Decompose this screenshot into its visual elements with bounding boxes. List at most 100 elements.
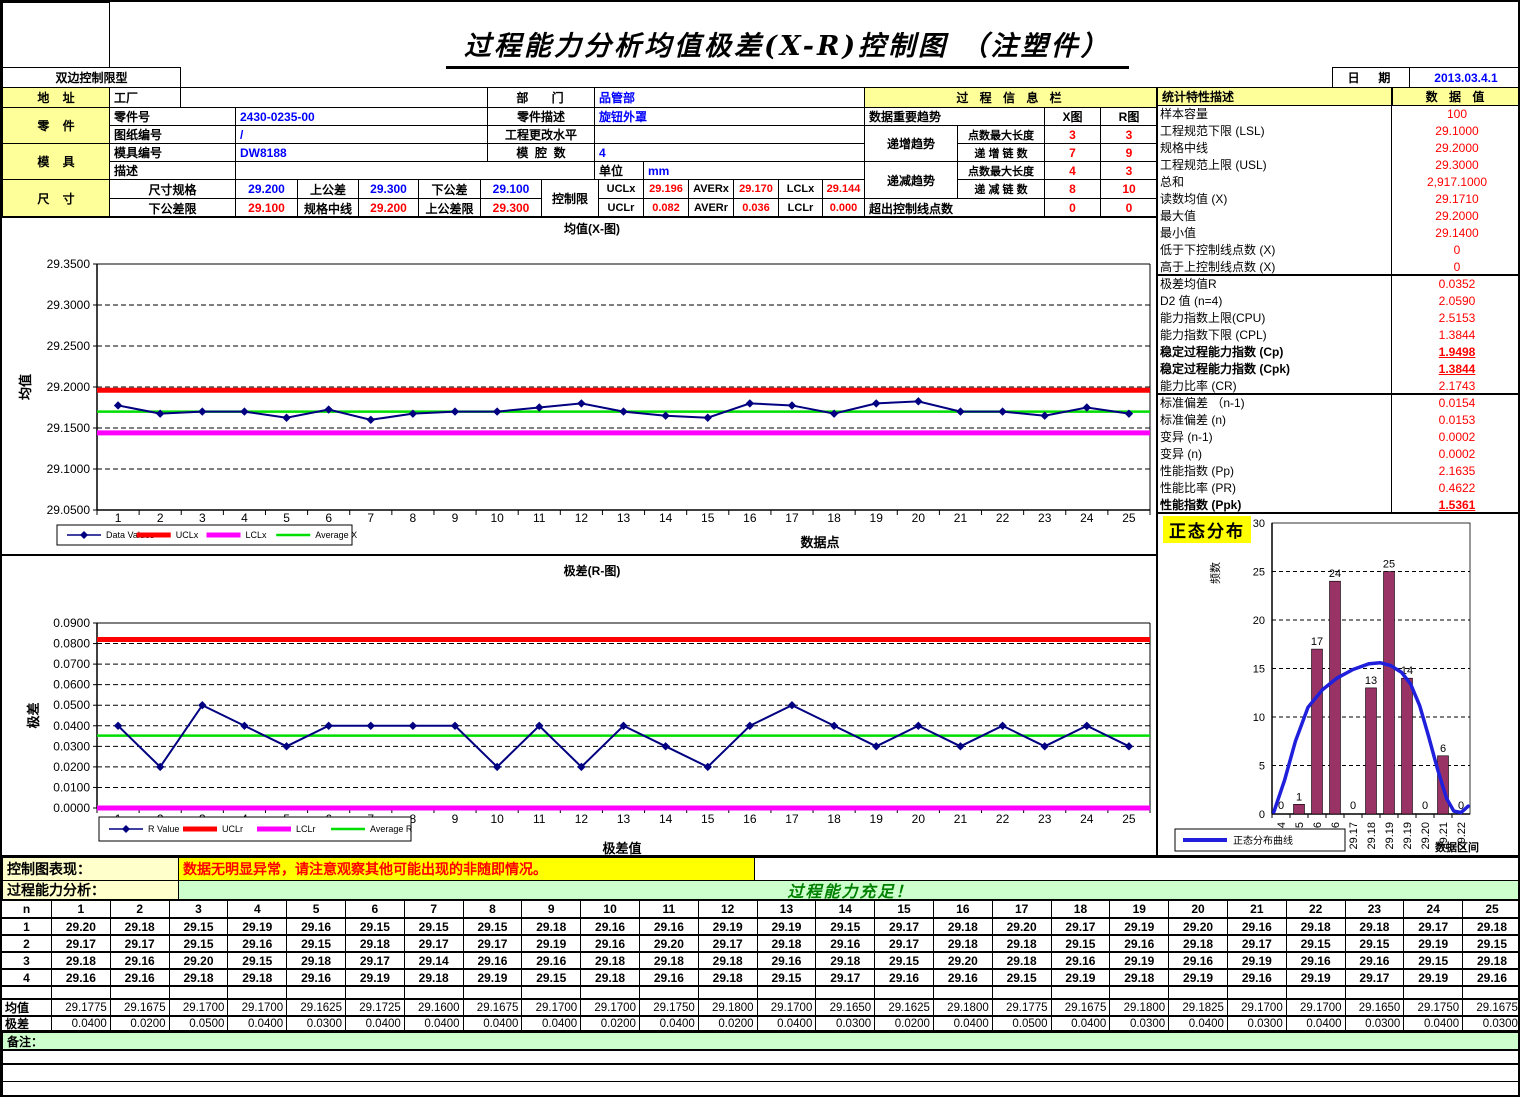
table-mean-cell[interactable]: 29.1625 [875,1000,934,1015]
table-cell[interactable]: 29.16 [1463,970,1520,985]
table-cell[interactable]: 29.20 [1169,919,1228,934]
table-cell[interactable]: 29.19 [758,919,817,934]
stat-value[interactable]: 1.3844 [1392,326,1520,343]
table-range-cell[interactable]: 0.0400 [464,1017,523,1030]
table-cell[interactable]: 29.18 [52,953,111,968]
table-range-cell[interactable]: 0.0400 [934,1017,993,1030]
stat-value[interactable]: 1.3844 [1392,360,1520,377]
part-desc-value[interactable]: 旋钮外罩 [594,107,865,126]
table-cell[interactable]: 29.18 [1463,919,1520,934]
table-cell[interactable]: 29.14 [405,953,464,968]
table-cell[interactable]: 29.18 [640,953,699,968]
table-range-cell[interactable]: 0.0400 [228,1017,287,1030]
dept-value[interactable]: 品管部 [594,87,865,108]
table-range-cell[interactable]: 0.0500 [170,1017,229,1030]
table-cell[interactable]: 29.17 [1052,919,1111,934]
dec-chains-r[interactable]: 10 [1100,179,1158,199]
stat-value[interactable]: 2,917.1000 [1392,173,1520,190]
spec-value[interactable]: 29.300 [480,198,542,218]
table-mean-cell[interactable]: 29.1750 [1404,1000,1463,1015]
table-cell[interactable]: 29.15 [170,936,229,951]
table-cell[interactable]: 29.15 [1346,936,1405,951]
lclx-value[interactable]: 29.144 [822,179,865,199]
table-cell[interactable]: 29.20 [934,953,993,968]
table-cell[interactable]: 29.18 [993,953,1052,968]
table-cell[interactable]: 29.20 [640,936,699,951]
table-cell[interactable]: 29.15 [346,919,405,934]
table-mean-cell[interactable]: 29.1700 [1287,1000,1346,1015]
table-range-cell[interactable]: 0.0400 [1052,1017,1111,1030]
table-col-header[interactable]: 4 [228,901,287,917]
date-value[interactable]: 2013.03.4.1 [1409,67,1520,88]
table-cell[interactable]: 29.17 [52,936,111,951]
spec-value[interactable]: 29.200 [235,179,298,199]
table-cell[interactable]: 29.19 [1110,953,1169,968]
table-range-cell[interactable]: 0.0400 [758,1017,817,1030]
table-cell[interactable]: 29.15 [816,919,875,934]
table-cell[interactable]: 29.19 [522,936,581,951]
table-col-header[interactable]: 8 [464,901,523,917]
table-col-header[interactable]: 15 [875,901,934,917]
table-range-cell[interactable]: 0.0400 [640,1017,699,1030]
table-cell[interactable] [816,987,875,998]
table-cell[interactable]: 29.15 [993,970,1052,985]
table-col-header[interactable]: 1 [52,901,111,917]
spec-value[interactable]: 29.300 [358,179,419,199]
table-mean-cell[interactable]: 29.1725 [346,1000,405,1015]
table-col-header[interactable]: 2 [111,901,170,917]
table-col-header[interactable]: 6 [346,901,405,917]
table-cell[interactable] [464,987,523,998]
table-cell[interactable]: 29.17 [405,936,464,951]
averx-value[interactable]: 29.170 [733,179,779,199]
table-range-cell[interactable]: 0.0200 [875,1017,934,1030]
spec-value[interactable]: 29.200 [358,198,419,218]
table-mean-cell[interactable]: 29.1700 [522,1000,581,1015]
table-range-cell[interactable]: 0.0200 [111,1017,170,1030]
table-range-cell[interactable]: 0.0300 [1346,1017,1405,1030]
table-cell[interactable]: 29.16 [581,936,640,951]
spec-value[interactable]: 29.100 [235,198,298,218]
table-cell[interactable]: 29.17 [111,936,170,951]
stat-value[interactable]: 29.1000 [1392,122,1520,139]
stat-value[interactable]: 0 [1392,258,1520,275]
table-mean-cell[interactable]: 29.1775 [52,1000,111,1015]
table-range-cell[interactable]: 0.0400 [1287,1017,1346,1030]
table-cell[interactable]: 29.18 [228,970,287,985]
table-cell[interactable]: 29.18 [581,970,640,985]
inc-maxlen-x[interactable]: 3 [1044,125,1101,144]
table-mean-cell[interactable]: 29.1800 [699,1000,758,1015]
table-col-header[interactable]: 9 [522,901,581,917]
table-cell[interactable]: 29.16 [1052,953,1111,968]
table-cell[interactable]: 29.16 [228,936,287,951]
table-range-cell[interactable]: 0.0400 [1404,1017,1463,1030]
table-cell[interactable]: 29.19 [1110,919,1169,934]
uclx-value[interactable]: 29.196 [643,179,689,199]
stat-value[interactable]: 100 [1392,105,1520,122]
table-range-cell[interactable]: 0.0400 [522,1017,581,1030]
table-cell[interactable]: 29.16 [111,970,170,985]
inc-maxlen-r[interactable]: 3 [1100,125,1158,144]
table-cell[interactable] [1052,987,1111,998]
table-cell[interactable]: 29.16 [816,936,875,951]
table-range-cell[interactable]: 0.0500 [993,1017,1052,1030]
table-mean-cell[interactable]: 29.1675 [464,1000,523,1015]
table-mean-cell[interactable]: 29.1600 [405,1000,464,1015]
table-range-cell[interactable]: 0.0200 [581,1017,640,1030]
table-cell[interactable] [170,987,229,998]
table-cell[interactable]: 29.16 [758,953,817,968]
table-col-header[interactable]: 23 [1346,901,1405,917]
table-cell[interactable]: 29.19 [1404,936,1463,951]
stat-value[interactable]: 0.0352 [1392,275,1520,292]
table-cell[interactable]: 29.15 [522,970,581,985]
table-cell[interactable]: 29.17 [1404,919,1463,934]
table-cell[interactable]: 29.15 [1463,936,1520,951]
table-cell[interactable]: 29.15 [228,953,287,968]
table-range-cell[interactable]: 0.0400 [1169,1017,1228,1030]
table-cell[interactable] [1228,987,1287,998]
part-no-value[interactable]: 2430-0235-00 [235,107,488,126]
table-col-header[interactable]: 20 [1169,901,1228,917]
table-col-header[interactable]: 12 [699,901,758,917]
table-cell[interactable]: 29.19 [228,919,287,934]
table-col-header[interactable]: 16 [934,901,993,917]
table-mean-cell[interactable]: 29.1650 [816,1000,875,1015]
